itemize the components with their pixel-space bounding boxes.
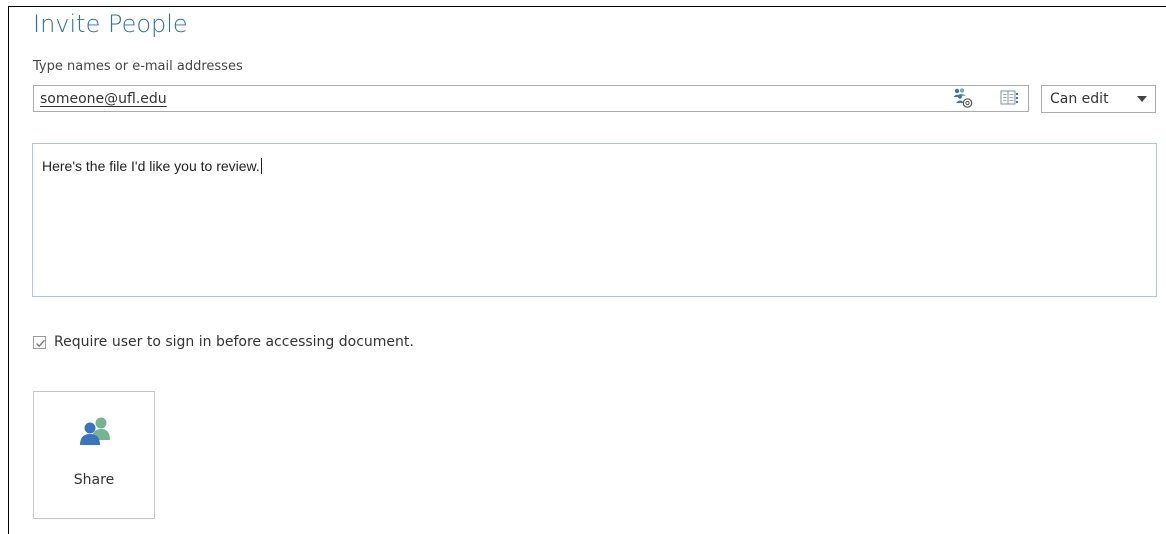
recipients-input[interactable]: someone@ufl.edu [33, 85, 1029, 112]
share-label: Share [73, 472, 115, 488]
chevron-down-icon [1137, 96, 1147, 102]
permission-dropdown[interactable]: Can edit [1041, 85, 1156, 113]
address-book-icon[interactable] [1000, 89, 1020, 107]
share-button[interactable]: Share [33, 391, 155, 519]
require-signin-label[interactable]: Require user to sign in before accessing… [54, 334, 414, 350]
checkmark-icon [36, 339, 46, 348]
people-icon [80, 417, 110, 445]
recipient-email[interactable]: someone@ufl.edu [40, 91, 167, 107]
message-text: Here's the file I'd like you to review. [42, 158, 262, 174]
require-signin-checkbox[interactable] [33, 336, 46, 349]
message-textarea[interactable]: Here's the file I'd like you to review. [32, 143, 1157, 297]
page-title: Invite People [33, 10, 188, 38]
check-names-icon[interactable] [951, 86, 975, 110]
permission-value: Can edit [1050, 91, 1109, 107]
text-caret [260, 158, 262, 174]
recipients-label: Type names or e-mail addresses [33, 59, 243, 74]
